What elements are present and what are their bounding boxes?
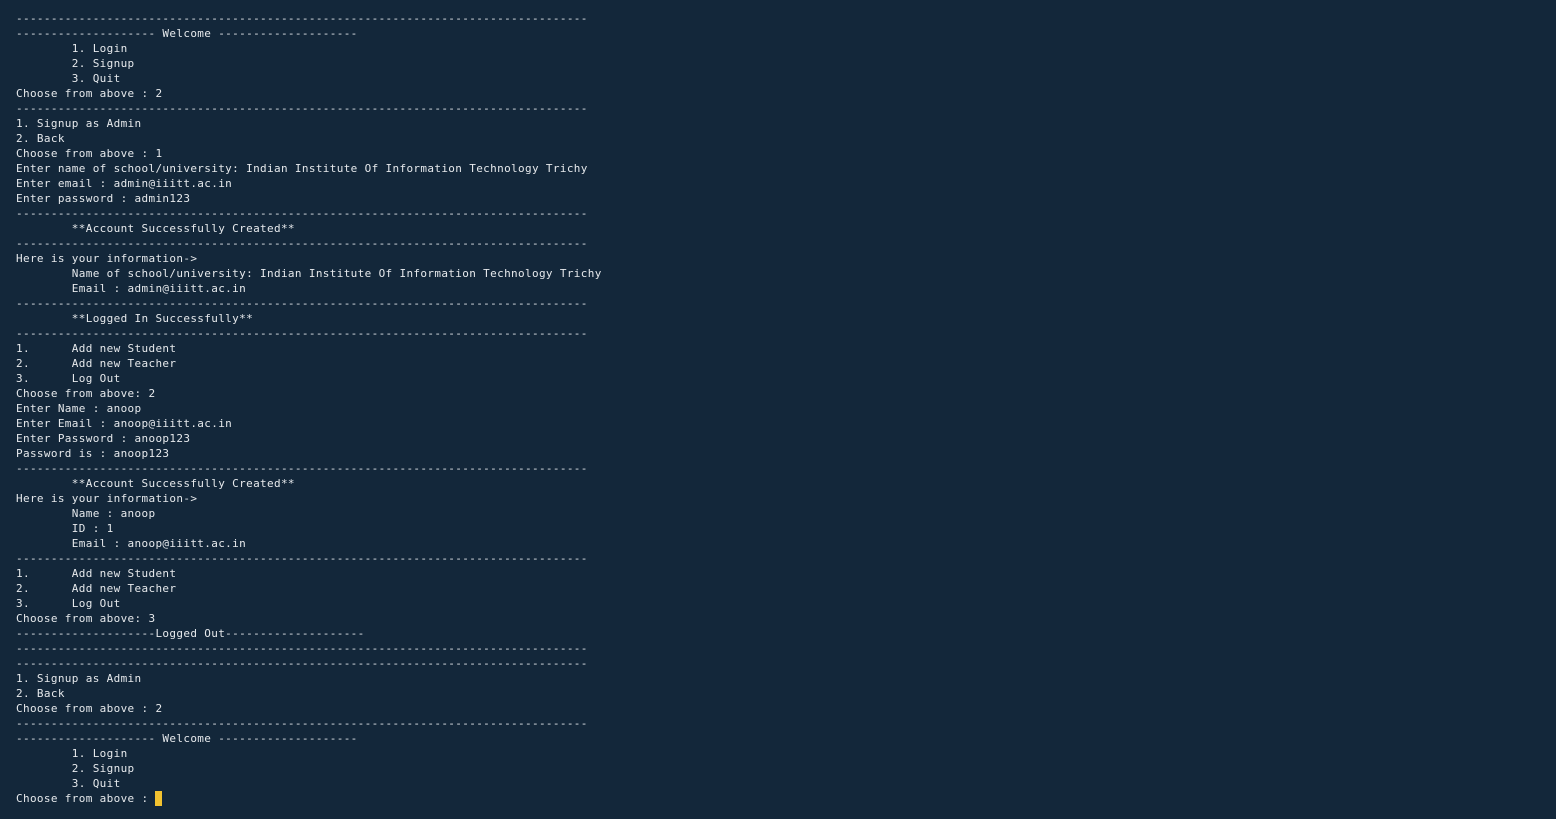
terminal-line: ----------------------------------------… [16,207,588,220]
terminal-line: 1. Add new Student [16,342,177,355]
terminal-line: Enter Name : anoop [16,402,142,415]
terminal-line: ----------------------------------------… [16,102,588,115]
terminal-line: Email : anoop@iiitt.ac.in [16,537,247,550]
terminal-line: Enter email : admin@iiitt.ac.in [16,177,233,190]
terminal-line: Choose from above : 1 [16,147,163,160]
terminal-line: ----------------------------------------… [16,297,588,310]
terminal-line: ----------------------------------------… [16,237,588,250]
terminal-line: 2. Add new Teacher [16,357,177,370]
terminal-line: 2. Signup [16,762,135,775]
terminal-line: Enter password : admin123 [16,192,191,205]
terminal-line: Password is : anoop123 [16,447,170,460]
terminal-line: **Account Successfully Created** [16,222,295,235]
terminal-line: 2. Back [16,687,65,700]
terminal-line: Choose from above: 3 [16,612,156,625]
terminal-line: Email : admin@iiitt.ac.in [16,282,247,295]
terminal-line: ----------------------------------------… [16,327,588,340]
terminal-line: Name : anoop [16,507,156,520]
terminal-line: **Account Successfully Created** [16,477,295,490]
terminal-line: Name of school/university: Indian Instit… [16,267,602,280]
terminal-line: 2. Back [16,132,65,145]
terminal-line: ----------------------------------------… [16,657,588,670]
terminal-line: Enter Email : anoop@iiitt.ac.in [16,417,233,430]
terminal-line: ----------------------------------------… [16,717,588,730]
terminal-line: Choose from above : 2 [16,702,163,715]
terminal-line: 2. Add new Teacher [16,582,177,595]
terminal-line: Choose from above: 2 [16,387,156,400]
input-prompt-line[interactable]: Choose from above : [16,791,1536,806]
terminal-line: 1. Signup as Admin [16,117,142,130]
terminal-line: -------------------- Welcome -----------… [16,732,358,745]
terminal-line: Here is your information-> [16,492,198,505]
terminal-line: 1. Signup as Admin [16,672,142,685]
terminal-line: ----------------------------------------… [16,552,588,565]
terminal-line: **Logged In Successfully** [16,312,254,325]
text-cursor[interactable] [155,791,163,806]
terminal-line: 3. Quit [16,72,121,85]
terminal-line: 3. Log Out [16,597,121,610]
terminal-line: ID : 1 [16,522,114,535]
terminal-output[interactable]: ----------------------------------------… [16,11,1536,811]
terminal-line: Enter name of school/university: Indian … [16,162,588,175]
terminal-line: 1. Login [16,747,128,760]
terminal-line: Enter Password : anoop123 [16,432,191,445]
terminal-line: 3. Quit [16,777,121,790]
terminal-line: 2. Signup [16,57,135,70]
terminal-line: -------------------- Welcome -----------… [16,27,358,40]
terminal-line: 1. Login [16,42,128,55]
terminal-line: ----------------------------------------… [16,642,588,655]
terminal-line: 1. Add new Student [16,567,177,580]
terminal-line: --------------------Logged Out----------… [16,627,365,640]
terminal-line: Choose from above : 2 [16,87,163,100]
terminal-line: ----------------------------------------… [16,12,588,25]
prompt-text: Choose from above : [16,792,156,805]
terminal-line: 3. Log Out [16,372,121,385]
terminal-line: ----------------------------------------… [16,462,588,475]
terminal-line: Here is your information-> [16,252,198,265]
